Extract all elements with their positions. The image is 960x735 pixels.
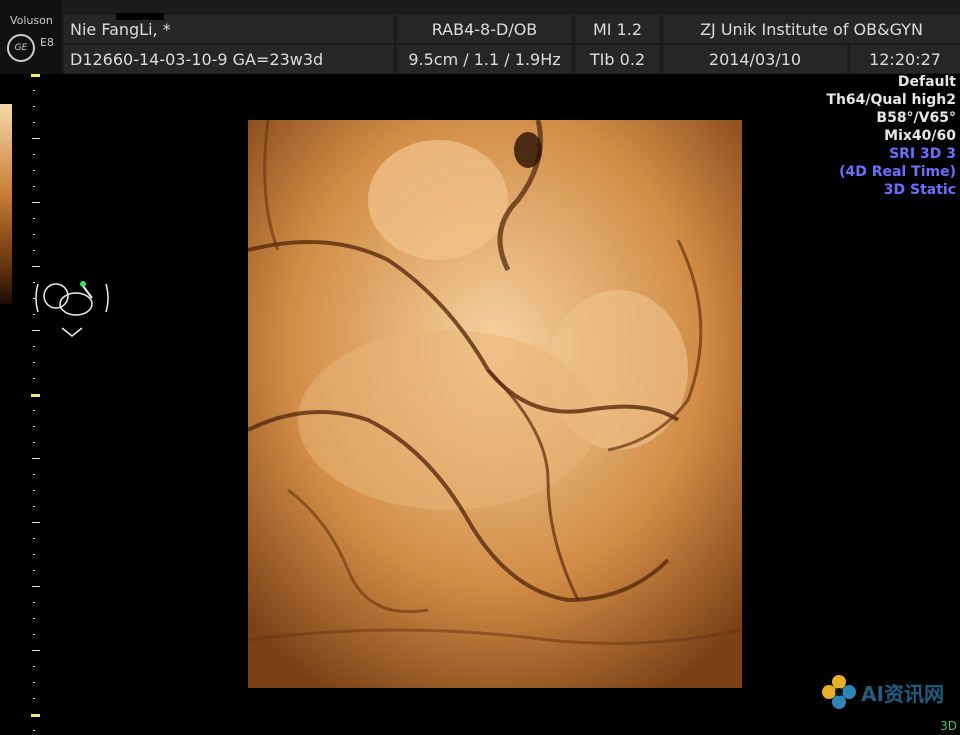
scale-tick bbox=[33, 362, 35, 363]
tib-value: TIb 0.2 bbox=[575, 45, 660, 73]
scale-tick bbox=[33, 426, 35, 427]
scale-tick bbox=[33, 346, 35, 347]
fetal-render-image bbox=[248, 120, 742, 688]
ge-logo-icon: GE bbox=[7, 34, 35, 62]
brand-name: Voluson bbox=[10, 14, 53, 27]
scale-tick bbox=[33, 186, 35, 187]
scale-tick bbox=[33, 474, 35, 475]
scale-tick bbox=[33, 378, 35, 379]
mode-sri: SRI 3D 3 bbox=[889, 146, 956, 162]
scale-tick bbox=[33, 682, 35, 683]
watermark-text: AI资讯网 bbox=[861, 681, 944, 706]
scale-tick bbox=[33, 218, 35, 219]
scale-tick bbox=[33, 90, 35, 91]
patient-name: Nie FangLi, * bbox=[64, 15, 394, 43]
scale-tick bbox=[32, 522, 40, 523]
scale-tick bbox=[33, 730, 35, 731]
scale-tick bbox=[33, 250, 35, 251]
exam-time: 12:20:27 bbox=[850, 45, 960, 73]
param-angle: B58°/V65° bbox=[876, 110, 956, 126]
scale-tick bbox=[32, 586, 40, 587]
scale-tick bbox=[33, 106, 35, 107]
scale-tick bbox=[32, 266, 40, 267]
render-color-bar bbox=[0, 104, 12, 304]
scale-tick bbox=[33, 442, 35, 443]
orientation-icon bbox=[32, 278, 112, 342]
scale-tick bbox=[33, 410, 35, 411]
patient-id: D12660-14-03-10-9 GA=23w3d bbox=[64, 45, 394, 73]
scale-tick bbox=[33, 602, 35, 603]
scale-tick bbox=[32, 650, 40, 651]
brand-block: Voluson GE E8 bbox=[0, 0, 62, 74]
scale-tick bbox=[33, 170, 35, 171]
mode-realtime: (4D Real Time) bbox=[839, 164, 956, 180]
name-redaction bbox=[116, 13, 164, 20]
watermark-logo: AI资讯网 bbox=[821, 674, 944, 710]
model-label: E8 bbox=[40, 36, 54, 49]
scale-tick bbox=[32, 458, 40, 459]
mode-indicator: 3D bbox=[940, 719, 957, 733]
scale-tick bbox=[33, 554, 35, 555]
scale-tick bbox=[33, 570, 35, 571]
scale-tick bbox=[33, 234, 35, 235]
scale-tick bbox=[33, 666, 35, 667]
exam-date: 2014/03/10 bbox=[663, 45, 847, 73]
mode-static: 3D Static bbox=[883, 182, 956, 198]
mi-value: MI 1.2 bbox=[575, 15, 660, 43]
param-quality: Th64/Qual high2 bbox=[826, 92, 956, 108]
header-bar: Voluson GE E8 Nie FangLi, * D12660-14-03… bbox=[0, 0, 960, 74]
scale-tick bbox=[33, 538, 35, 539]
depth-scale bbox=[30, 74, 42, 734]
scale-tick bbox=[33, 698, 35, 699]
institute-name: ZJ Unik Institute of OB&GYN bbox=[663, 15, 960, 43]
scale-tick bbox=[32, 138, 40, 139]
scale-tick bbox=[31, 714, 40, 717]
param-mix: Mix40/60 bbox=[884, 128, 956, 144]
acquisition-params: 9.5cm / 1.1 / 1.9Hz bbox=[397, 45, 572, 73]
scale-tick bbox=[33, 634, 35, 635]
scale-tick bbox=[33, 122, 35, 123]
scale-tick bbox=[32, 202, 40, 203]
scale-tick bbox=[33, 506, 35, 507]
flower-icon bbox=[822, 675, 857, 709]
scale-tick bbox=[33, 490, 35, 491]
param-preset: Default bbox=[897, 74, 956, 90]
scale-tick bbox=[33, 154, 35, 155]
scale-tick bbox=[31, 74, 40, 77]
scale-tick bbox=[33, 618, 35, 619]
3d-render-view[interactable] bbox=[248, 120, 742, 688]
render-parameters: Default Th64/Qual high2 B58°/V65° Mix40/… bbox=[826, 73, 956, 199]
scale-tick bbox=[31, 394, 40, 397]
probe-label: RAB4-8-D/OB bbox=[397, 15, 572, 43]
